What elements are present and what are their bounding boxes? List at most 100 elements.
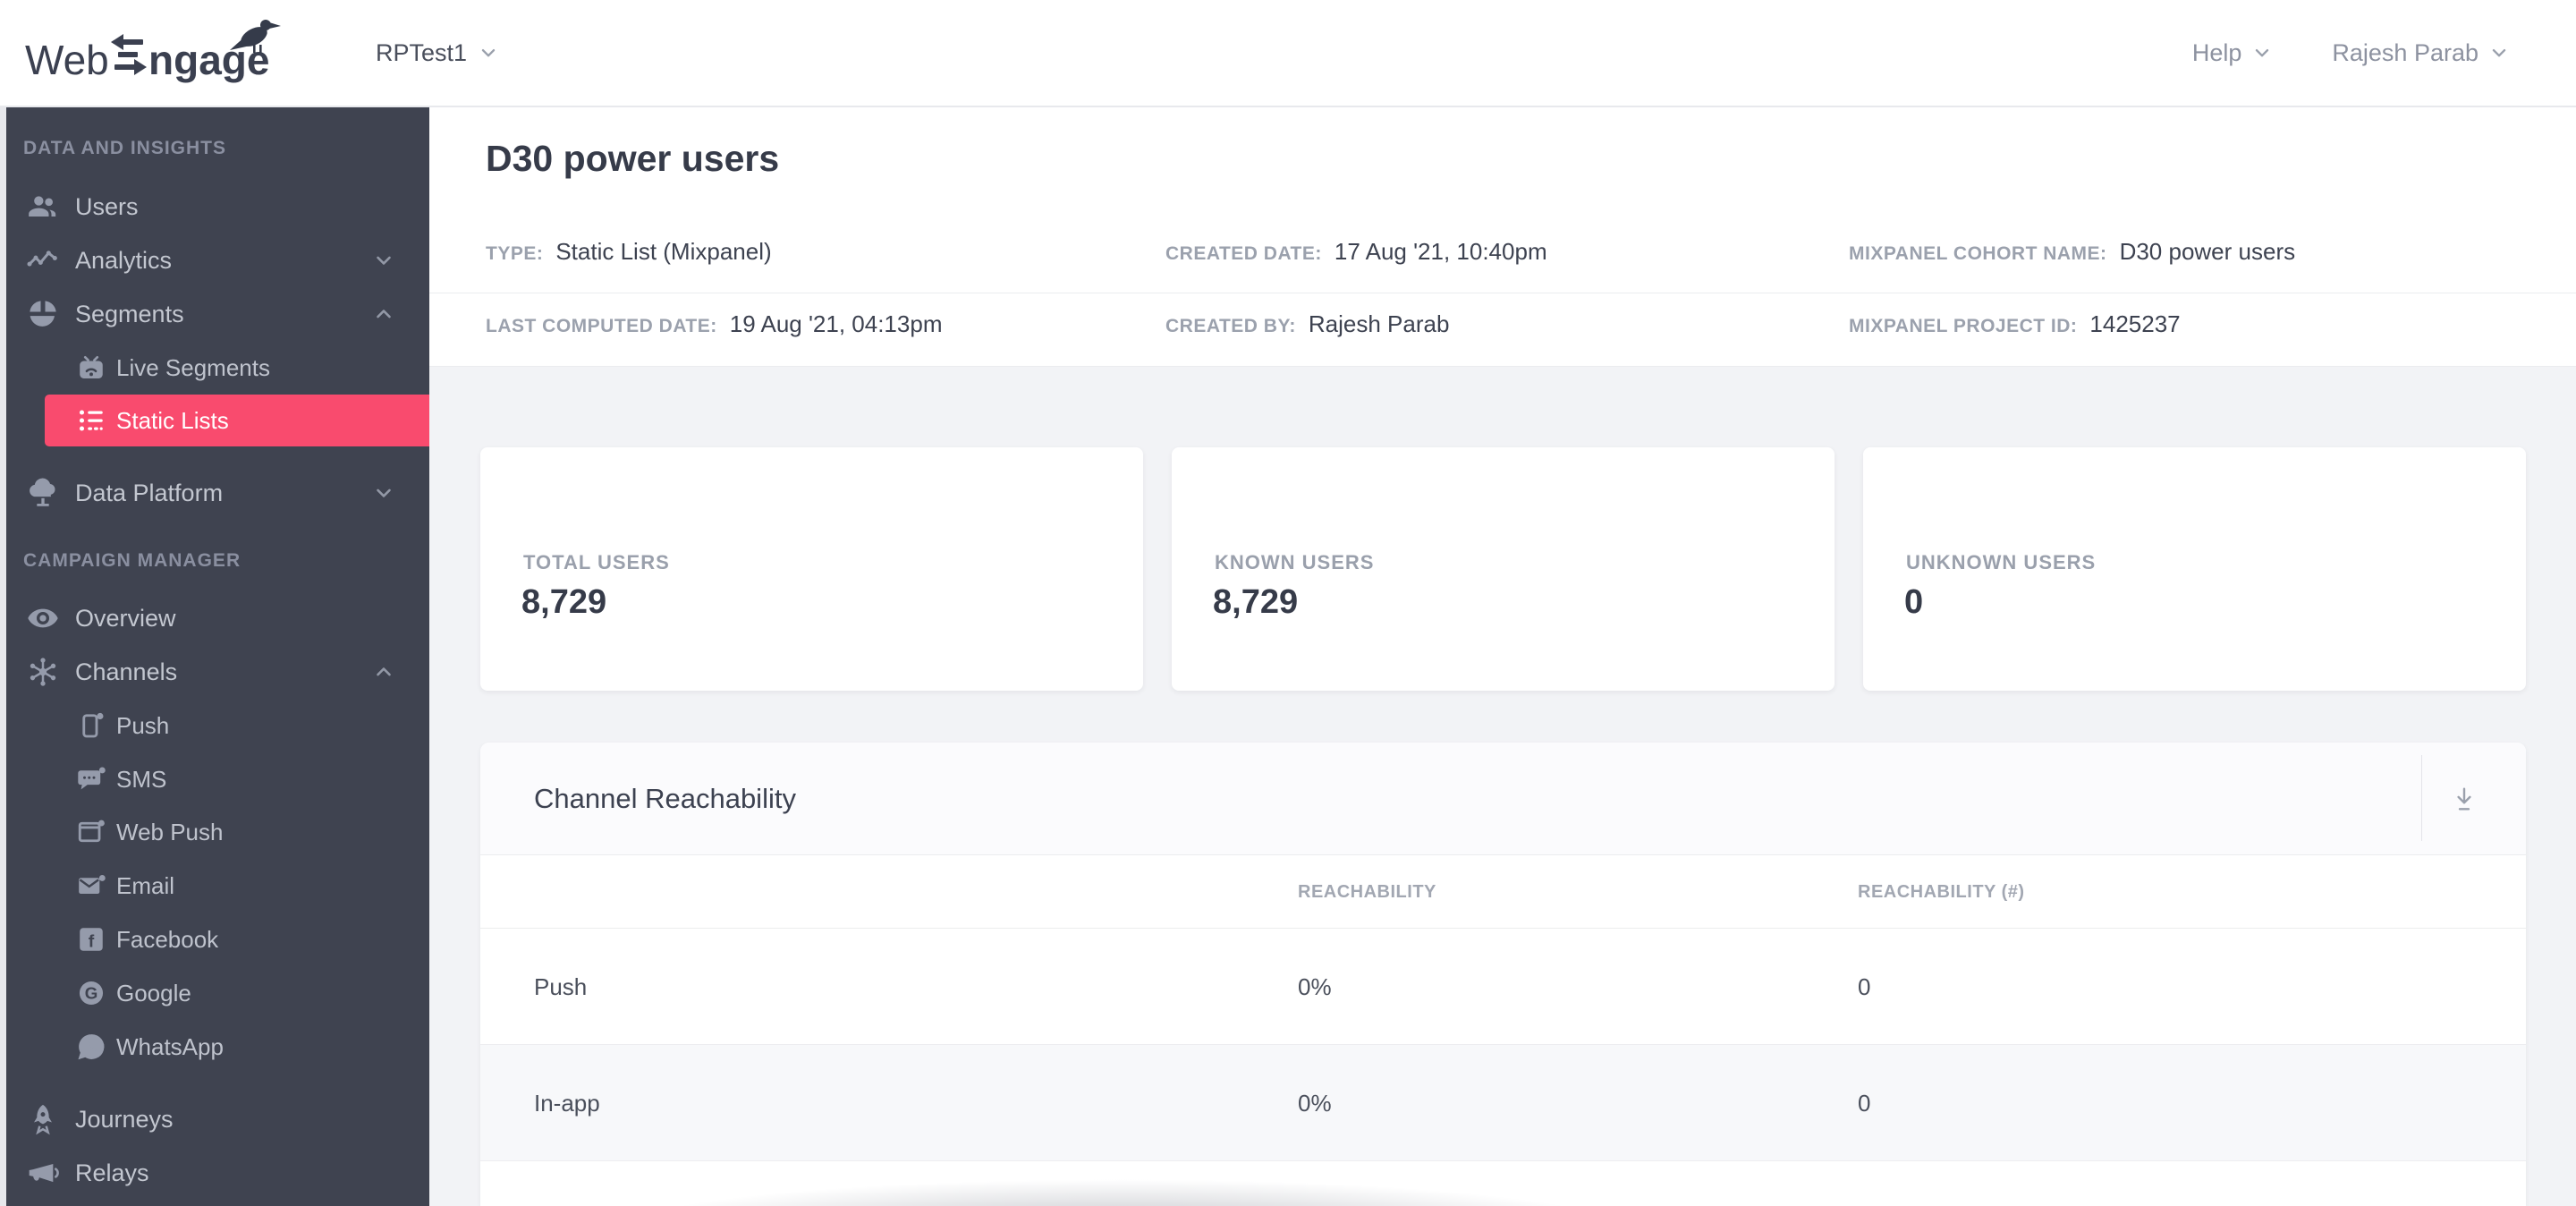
sidebar-item-relays[interactable]: Relays (0, 1147, 429, 1199)
sidebar-item-channels[interactable]: Channels (0, 646, 429, 698)
eye-icon (25, 600, 61, 636)
workspace-name: RPTest1 (376, 38, 468, 66)
sidebar-item-users[interactable]: Users (0, 181, 429, 233)
sidebar-item-label: Overview (75, 604, 176, 632)
help-label: Help (2191, 38, 2242, 66)
meta-value: 1425237 (2089, 310, 2181, 337)
meta-value: D30 power users (2119, 238, 2296, 265)
sms-chat-icon (75, 763, 107, 795)
sidebar-item-segments[interactable]: Segments (0, 288, 429, 340)
sidebar-item-whatsapp[interactable]: WhatsApp (0, 1021, 429, 1073)
relays-megaphone-icon (25, 1155, 61, 1191)
sidebar-item-data-platform[interactable]: Data Platform (0, 467, 429, 519)
panel-title: Channel Reachability (534, 783, 796, 814)
journeys-rocket-icon (25, 1101, 61, 1137)
sidebar-item-label: Push (116, 711, 170, 739)
sidebar-item-label: Email (116, 871, 175, 899)
sidebar-item-label: Journeys (75, 1105, 174, 1133)
google-icon: G (75, 977, 107, 1009)
segments-icon (25, 296, 61, 332)
sidebar-item-journeys[interactable]: Journeys (0, 1093, 429, 1145)
download-button[interactable] (2442, 777, 2487, 821)
column-header-reachability: REACHABILITY (1298, 881, 1436, 902)
chevron-up-icon (377, 667, 391, 676)
stat-label: UNKNOWN USERS (1906, 551, 2097, 573)
analytics-icon (25, 242, 61, 278)
sidebar-item-analytics[interactable]: Analytics (0, 234, 429, 286)
webengage-logo[interactable]: Web ngage (25, 14, 293, 91)
meta-created-by: CREATED BY: Rajesh Parab (1165, 310, 1449, 338)
sidebar-item-label: Users (75, 192, 139, 220)
sidebar-item-label: Relays (75, 1159, 149, 1186)
meta-value: 17 Aug '21, 10:40pm (1334, 238, 1547, 265)
channel-name-cell: In-app (534, 1089, 600, 1117)
sidebar-nav: DATA AND INSIGHTS Users Analytics Segmen… (0, 106, 429, 1206)
sidebar-item-overview[interactable]: Overview (0, 592, 429, 644)
help-menu[interactable]: Help (2192, 39, 2274, 67)
unknown-users-card: UNKNOWN USERS 0 (1863, 447, 2526, 691)
sidebar-item-label: Facebook (116, 925, 219, 953)
sidebar-item-label: Google (116, 979, 191, 1006)
sidebar-item-label: Live Segments (116, 353, 270, 381)
meta-value: Rajesh Parab (1308, 310, 1450, 337)
reachability-count-cell: 0 (1858, 972, 1871, 1000)
meta-label: CREATED DATE: (1165, 243, 1322, 264)
logo-arrow-e-icon (111, 34, 147, 75)
section-campaign-manager: CAMPAIGN MANAGER (23, 550, 242, 571)
stat-value: 0 (1904, 583, 1924, 621)
facebook-icon: f (75, 923, 107, 955)
sidebar-item-push[interactable]: Push (0, 700, 429, 752)
sidebar-item-email[interactable]: Email (0, 860, 429, 912)
meta-created-date: CREATED DATE: 17 Aug '21, 10:40pm (1165, 238, 1547, 266)
meta-label: MIXPANEL PROJECT ID: (1849, 316, 2078, 336)
meta-value: Static List (Mixpanel) (555, 238, 772, 265)
static-lists-icon (75, 404, 107, 437)
channel-name-cell: Push (534, 972, 588, 1000)
column-header-reachability-count: REACHABILITY (#) (1858, 881, 2025, 902)
email-envelope-icon (75, 870, 107, 902)
data-platform-cloud-icon (25, 475, 61, 511)
meta-project-id: MIXPANEL PROJECT ID: 1425237 (1849, 310, 2181, 338)
sidebar-item-live-segments[interactable]: Live Segments (0, 342, 429, 394)
sidebar-item-sms[interactable]: SMS (0, 753, 429, 805)
sidebar-item-label: WhatsApp (116, 1032, 224, 1060)
workspace-selector[interactable]: RPTest1 (376, 0, 499, 106)
chevron-down-icon (377, 488, 391, 497)
sidebar-item-label: Segments (75, 300, 184, 327)
sidebar-item-web-push[interactable]: Web Push (0, 806, 429, 858)
chevron-down-icon (481, 49, 496, 57)
web-push-browser-icon (75, 816, 107, 848)
meta-type: TYPE: Static List (Mixpanel) (486, 238, 772, 266)
webengage-logo-graphic: Web ngage (25, 20, 281, 83)
svg-text:f: f (89, 931, 95, 951)
sidebar-item-google[interactable]: G Google (0, 967, 429, 1019)
sidebar-item-label: Analytics (75, 246, 173, 274)
sidebar-item-label: Channels (75, 658, 178, 685)
meta-label: MIXPANEL COHORT NAME: (1849, 243, 2107, 264)
topbar-right: Help Rajesh Parab (2192, 0, 2510, 106)
reachability-percent-cell: 0% (1298, 1089, 1332, 1117)
users-icon (25, 189, 61, 225)
sidebar-item-label: Data Platform (75, 479, 224, 506)
user-stats-cards: TOTAL USERS 8,729 KNOWN USERS 8,729 UNKN… (480, 447, 2526, 691)
webengage-dashboard: Web ngage RPTest1 Help Rajesh Parab DATA… (0, 0, 2576, 1206)
live-segments-icon (75, 352, 107, 384)
meta-row-1: TYPE: Static List (Mixpanel) CREATED DAT… (429, 238, 2576, 276)
sidebar-item-static-lists[interactable]: Static Lists (45, 395, 429, 446)
divider (2421, 755, 2422, 841)
user-menu[interactable]: Rajesh Parab (2332, 39, 2510, 67)
panel-header: Channel Reachability (480, 743, 2526, 855)
chevron-up-icon (377, 310, 391, 318)
meta-last-computed: LAST COMPUTED DATE: 19 Aug '21, 04:13pm (486, 310, 942, 338)
svg-text:G: G (85, 984, 98, 1003)
chevron-down-icon (2492, 49, 2506, 57)
meta-cohort-name: MIXPANEL COHORT NAME: D30 power users (1849, 238, 2295, 266)
chevron-down-icon (377, 256, 391, 265)
sidebar-item-facebook[interactable]: f Facebook (0, 913, 429, 965)
meta-label: CREATED BY: (1165, 316, 1296, 336)
whatsapp-icon (75, 1031, 107, 1063)
topbar: Web ngage RPTest1 Help Rajesh Parab (0, 0, 2576, 107)
user-name: Rajesh Parab (2332, 38, 2479, 66)
meta-row-2: LAST COMPUTED DATE: 19 Aug '21, 04:13pm … (429, 310, 2576, 348)
stat-label: TOTAL USERS (523, 551, 670, 573)
